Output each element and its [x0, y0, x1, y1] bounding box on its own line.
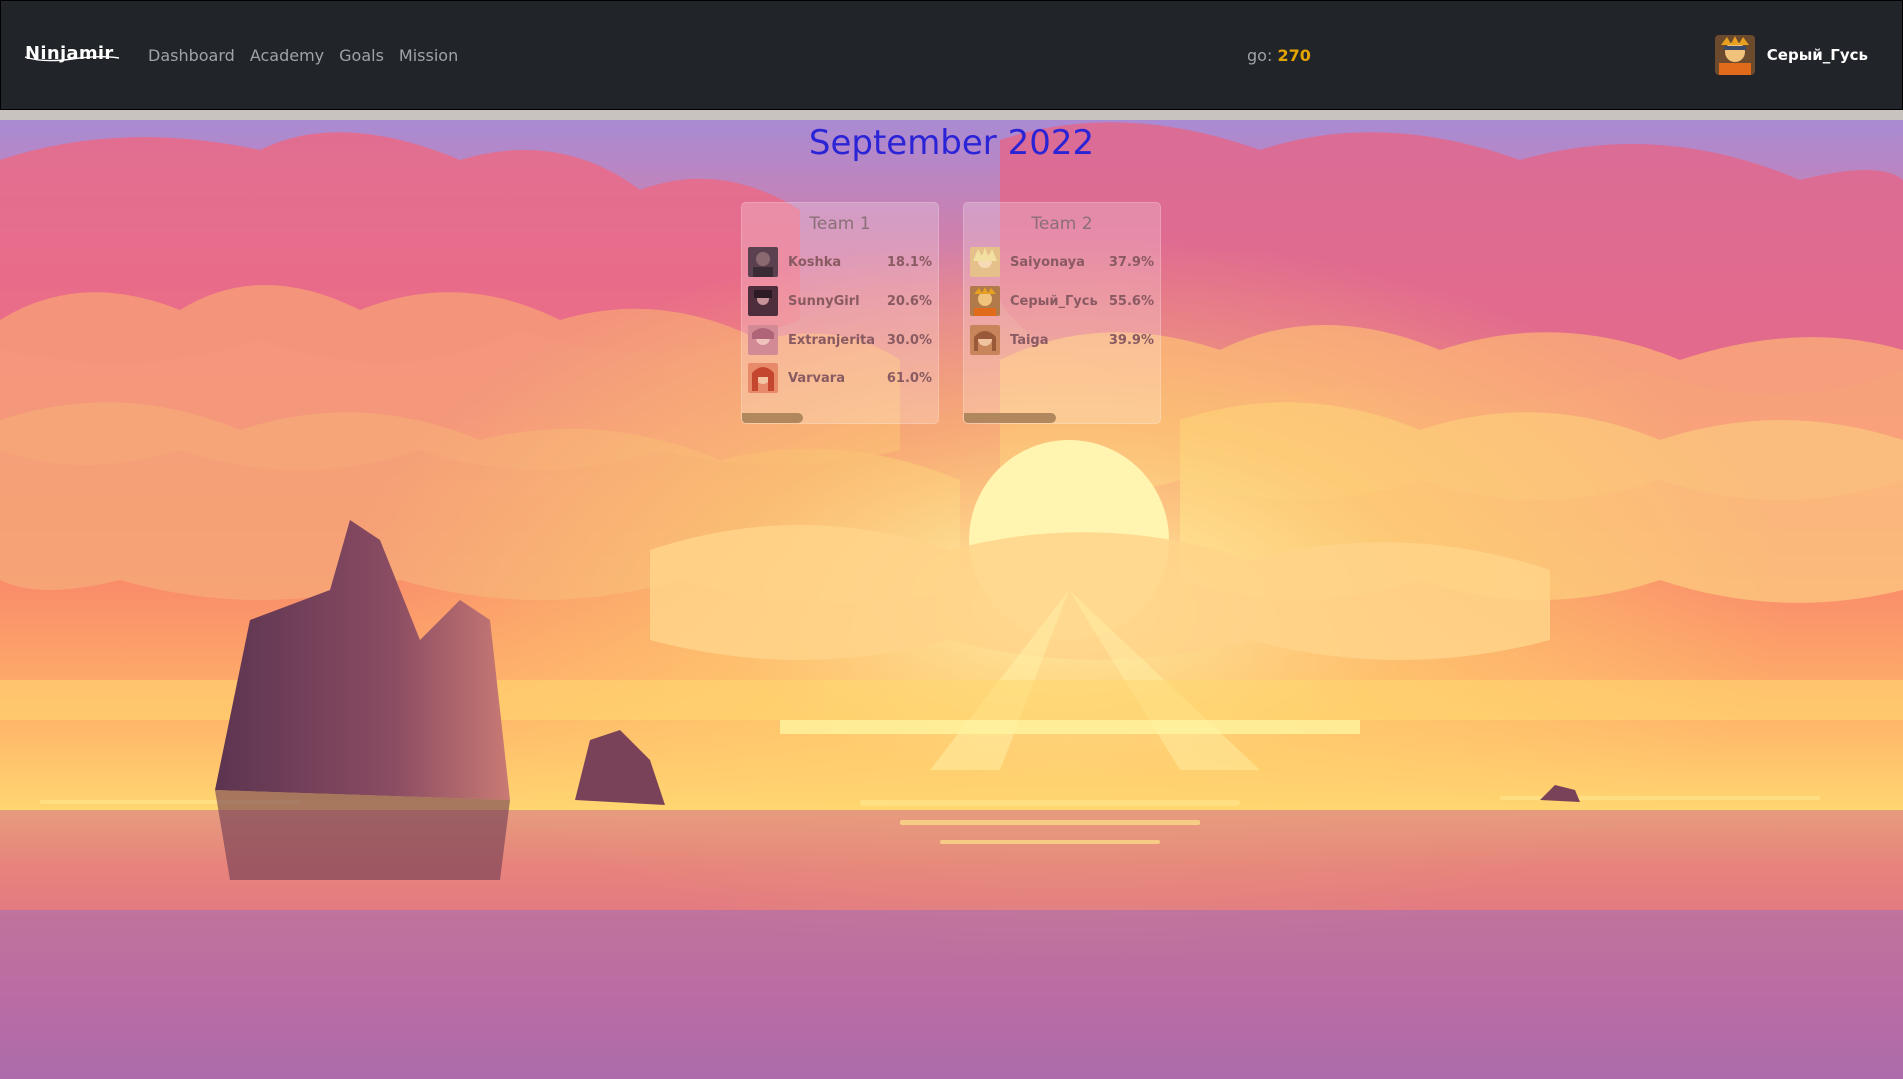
brand-swoosh-icon — [24, 56, 120, 62]
team-progress-fill — [964, 413, 1057, 423]
member-percent: 37.9% — [1108, 254, 1154, 270]
member-name: SunnyGirl — [788, 293, 860, 309]
member-percent: 61.0% — [886, 370, 932, 386]
team-progress-bar — [964, 413, 1160, 423]
nav-link-dashboard[interactable]: Dashboard — [148, 46, 235, 65]
team-member-taiga[interactable]: Taiga 39.9% — [970, 325, 1156, 355]
member-avatar — [970, 325, 1000, 355]
currency-amount: 270 — [1277, 46, 1311, 65]
member-name: Varvara — [788, 370, 845, 386]
team-member-seryy-gus[interactable]: Серый_Гусь 55.6% — [970, 286, 1156, 316]
member-percent: 18.1% — [886, 254, 932, 270]
team-member-sunnygirl[interactable]: SunnyGirl 20.6% — [748, 286, 934, 316]
member-percent: 30.0% — [886, 332, 932, 348]
nav-links: Dashboard Academy Goals Mission — [148, 46, 458, 65]
team-member-koshka[interactable]: Koshka 18.1% — [748, 247, 934, 277]
member-name: Koshka — [788, 254, 842, 270]
member-avatar — [970, 247, 1000, 277]
team-member-saiyonaya[interactable]: Saiyonaya 37.9% — [970, 247, 1156, 277]
member-name: Taiga — [1010, 332, 1049, 348]
user-menu[interactable]: Серый_Гусь — [1714, 35, 1868, 75]
currency-label: go: — [1247, 46, 1273, 65]
team-card-2: Team 2 Saiyonaya 37.9% Серый_Гусь 55.6% … — [963, 202, 1161, 424]
team-progress-bar — [742, 413, 938, 423]
navbar-divider — [0, 110, 1903, 120]
team-member-varvara[interactable]: Varvara 61.0% — [748, 363, 934, 393]
nav-link-academy[interactable]: Academy — [250, 46, 324, 65]
month-title: September 2022 — [808, 123, 1095, 163]
team-card-1: Team 1 Koshka 18.1% SunnyGirl 20.6% Extr… — [741, 202, 939, 424]
currency-display: go: 270 — [1247, 46, 1311, 65]
nav-link-mission[interactable]: Mission — [399, 46, 458, 65]
top-navbar: Ninjamir Dashboard Academy Goals Mission… — [0, 0, 1903, 110]
member-avatar — [970, 286, 1000, 316]
sunset-background — [0, 120, 1903, 1079]
member-percent: 55.6% — [1108, 293, 1154, 309]
member-avatar — [748, 363, 778, 393]
member-avatar — [748, 286, 778, 316]
member-name: Saiyonaya — [1010, 254, 1085, 270]
member-avatar — [748, 325, 778, 355]
team-progress-fill — [742, 413, 803, 423]
team-member-extranjerita[interactable]: Extranjerita 30.0% — [748, 325, 934, 355]
member-name: Серый_Гусь — [1010, 293, 1098, 309]
member-name: Extranjerita — [788, 332, 876, 348]
member-percent: 39.9% — [1108, 332, 1154, 348]
member-avatar — [748, 247, 778, 277]
user-avatar — [1714, 35, 1755, 75]
member-percent: 20.6% — [886, 293, 932, 309]
nav-link-goals[interactable]: Goals — [339, 46, 384, 65]
team-name: Team 1 — [809, 214, 871, 234]
username: Серый_Гусь — [1766, 46, 1868, 64]
team-name: Team 2 — [1031, 214, 1093, 234]
